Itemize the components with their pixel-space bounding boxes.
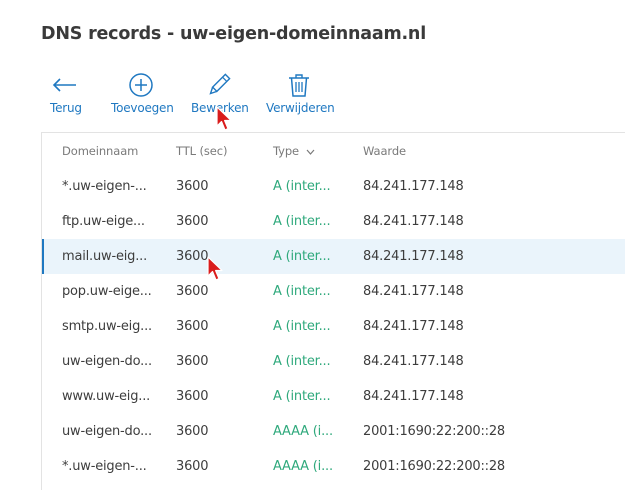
plus-circle-icon [128, 72, 154, 98]
delete-label: Verwijderen [266, 101, 335, 115]
delete-button[interactable]: Verwijderen [264, 70, 336, 118]
edit-label: Bewerken [191, 101, 249, 115]
cell-domain: ftp.uw-eige... [62, 214, 145, 229]
cell-domain: *.uw-eigen-... [62, 179, 147, 194]
cell-value: 2001:1690:22:200::28 [363, 424, 505, 439]
cell-domain: pop.uw-eige... [62, 284, 152, 299]
pencil-icon [206, 72, 232, 98]
cell-ttl: 3600 [176, 214, 209, 229]
cell-type: A (inter... [273, 249, 331, 264]
column-header-domain[interactable]: Domeinnaam [62, 144, 138, 158]
cell-ttl: 3600 [176, 284, 209, 299]
cell-value: 2001:1690:22:200::28 [363, 459, 505, 474]
cell-ttl: 3600 [176, 179, 209, 194]
column-header-type-label: Type [273, 144, 300, 158]
table-header: Domeinnaam TTL (sec) Type Waarde [42, 133, 625, 169]
cell-domain: uw-eigen-do... [62, 424, 152, 439]
column-header-ttl[interactable]: TTL (sec) [176, 144, 227, 158]
cell-type: A (inter... [273, 354, 331, 369]
trash-icon [286, 72, 312, 98]
toolbar: Terug Toevoegen Bewerken Verwijderen [0, 70, 625, 120]
table-row[interactable]: ftp.uw-eige... 3600 A (inter... 84.241.177.… [42, 204, 625, 239]
cell-ttl: 3600 [176, 354, 209, 369]
cell-domain: uw-eigen-do... [62, 354, 152, 369]
table-row[interactable]: mail.uw-eig... 3600 A (inter... 84.241.177.… [42, 239, 625, 274]
edit-button[interactable]: Bewerken [190, 70, 249, 118]
cell-type: A (inter... [273, 389, 331, 404]
chevron-down-icon [306, 149, 315, 155]
back-label: Terug [50, 101, 82, 115]
arrow-left-icon [52, 72, 78, 98]
selection-indicator [42, 239, 44, 274]
cell-value: 84.241.177.148 [363, 284, 464, 299]
cell-value: 84.241.177.148 [363, 354, 464, 369]
cell-type: AAAA (i... [273, 459, 333, 474]
cell-domain: smtp.uw-eig... [62, 319, 152, 334]
cell-type: AAAA (i... [273, 424, 333, 439]
cell-type: A (inter... [273, 284, 331, 299]
cell-domain: mail.uw-eig... [62, 249, 148, 264]
cell-domain: *.uw-eigen-... [62, 459, 147, 474]
cell-ttl: 3600 [176, 319, 209, 334]
cell-type: A (inter... [273, 319, 331, 334]
cell-value: 84.241.177.148 [363, 319, 464, 334]
cell-value: 84.241.177.148 [363, 389, 464, 404]
table-row[interactable]: pop.uw-eige... 3600 A (inter... 84.241.177.… [42, 274, 625, 309]
table-row[interactable]: uw-eigen-do... 3600 AAAA (i... 2001:1690:22… [42, 414, 625, 449]
table-row[interactable]: uw-eigen-do... 3600 A (inter... 84.241.177.… [42, 344, 625, 379]
table-row[interactable]: *.uw-eigen-... 3600 AAAA (i... 2001:1690:22… [42, 449, 625, 484]
back-button[interactable]: Terug [48, 70, 88, 118]
table-row[interactable]: *.uw-eigen-... 3600 A (inter... 84.241.177.… [42, 169, 625, 204]
column-header-type[interactable]: Type [273, 144, 315, 158]
cell-ttl: 3600 [176, 424, 209, 439]
cell-value: 84.241.177.148 [363, 249, 464, 264]
cell-domain: www.uw-eig... [62, 389, 151, 404]
table-row[interactable]: www.uw-eig... 3600 A (inter... 84.241.177.1… [42, 379, 625, 414]
cell-value: 84.241.177.148 [363, 179, 464, 194]
cell-ttl: 3600 [176, 249, 209, 264]
add-label: Toevoegen [111, 101, 174, 115]
cell-type: A (inter... [273, 214, 331, 229]
cell-ttl: 3600 [176, 459, 209, 474]
cell-value: 84.241.177.148 [363, 214, 464, 229]
table-row[interactable]: smtp.uw-eig... 3600 A (inter... 84.241.177.… [42, 309, 625, 344]
dns-records-table: Domeinnaam TTL (sec) Type Waarde *.uw-ei… [41, 132, 625, 490]
cell-ttl: 3600 [176, 389, 209, 404]
page-title: DNS records - uw-eigen-domeinnaam.nl [41, 24, 426, 44]
column-header-value[interactable]: Waarde [363, 144, 406, 158]
add-button[interactable]: Toevoegen [108, 70, 174, 118]
cell-type: A (inter... [273, 179, 331, 194]
